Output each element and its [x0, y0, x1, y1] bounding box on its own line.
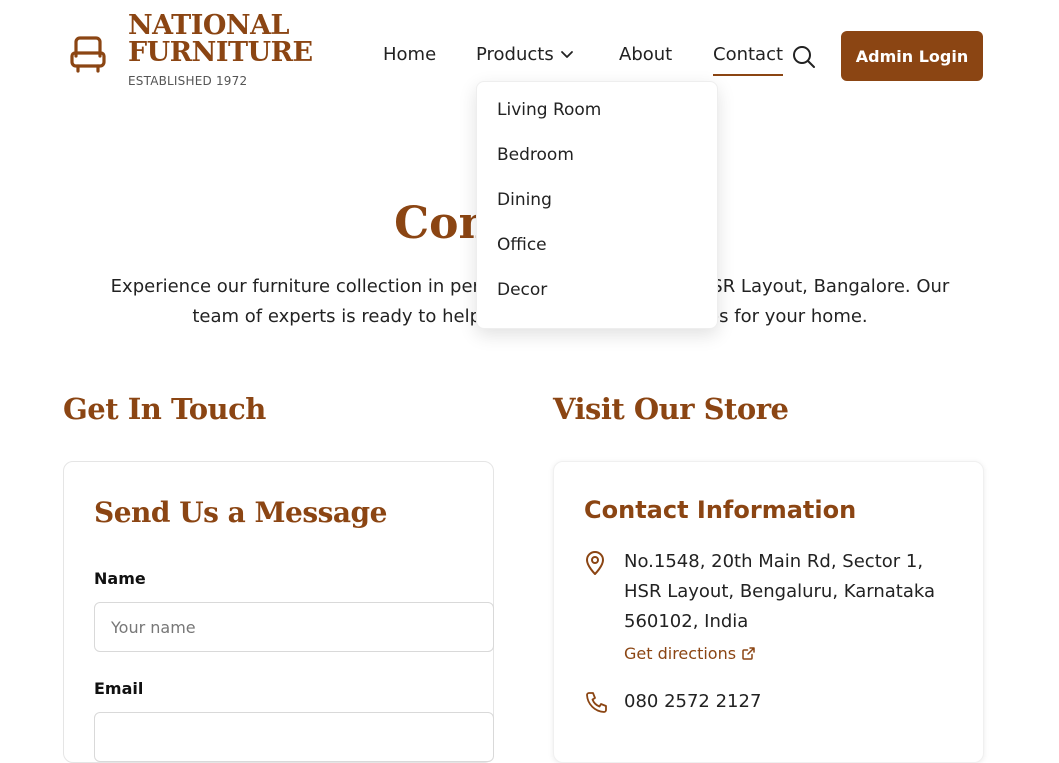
map-pin-icon [586, 551, 604, 575]
store-phone: 080 2572 2127 [624, 691, 762, 712]
nav-about[interactable]: About [619, 44, 672, 72]
brand-tagline: ESTABLISHED 1972 [128, 74, 248, 88]
nav-home[interactable]: Home [383, 44, 436, 72]
form-title: Send Us a Message [94, 496, 387, 529]
visit-store-heading: Visit Our Store [553, 392, 789, 426]
get-directions-label: Get directions [624, 644, 737, 663]
menu-item-living-room[interactable]: Living Room [497, 100, 601, 120]
contact-info-title: Contact Information [584, 496, 857, 524]
nav-products-label: Products [476, 44, 554, 65]
menu-item-bedroom[interactable]: Bedroom [497, 145, 574, 165]
nav-products[interactable]: Products [476, 44, 573, 72]
menu-item-dining[interactable]: Dining [497, 190, 552, 210]
brand-name-line2: FURNITURE [128, 37, 313, 68]
email-label: Email [94, 679, 144, 698]
store-address: No.1548, 20th Main Rd, Sector 1, HSR Lay… [624, 551, 936, 632]
admin-login-button[interactable]: Admin Login [841, 31, 983, 81]
menu-item-office[interactable]: Office [497, 235, 547, 255]
chevron-down-icon [561, 51, 573, 58]
external-link-icon [742, 647, 755, 660]
name-input[interactable] [94, 602, 494, 652]
brand-name-line1: NATIONAL [128, 10, 290, 41]
nav-contact[interactable]: Contact [713, 44, 784, 76]
menu-item-decor[interactable]: Decor [497, 280, 547, 300]
name-label: Name [94, 569, 146, 588]
brand-logo[interactable]: NATIONAL FURNITURE ESTABLISHED 1972 [128, 12, 313, 88]
products-dropdown-menu: Living Room Bedroom Dining Office Decor [476, 81, 718, 329]
email-input[interactable] [94, 712, 494, 762]
get-in-touch-heading: Get In Touch [63, 392, 266, 426]
phone-icon [586, 692, 607, 713]
get-directions-link[interactable]: Get directions [624, 644, 755, 663]
search-icon[interactable] [791, 44, 817, 70]
sofa-icon [70, 36, 106, 73]
